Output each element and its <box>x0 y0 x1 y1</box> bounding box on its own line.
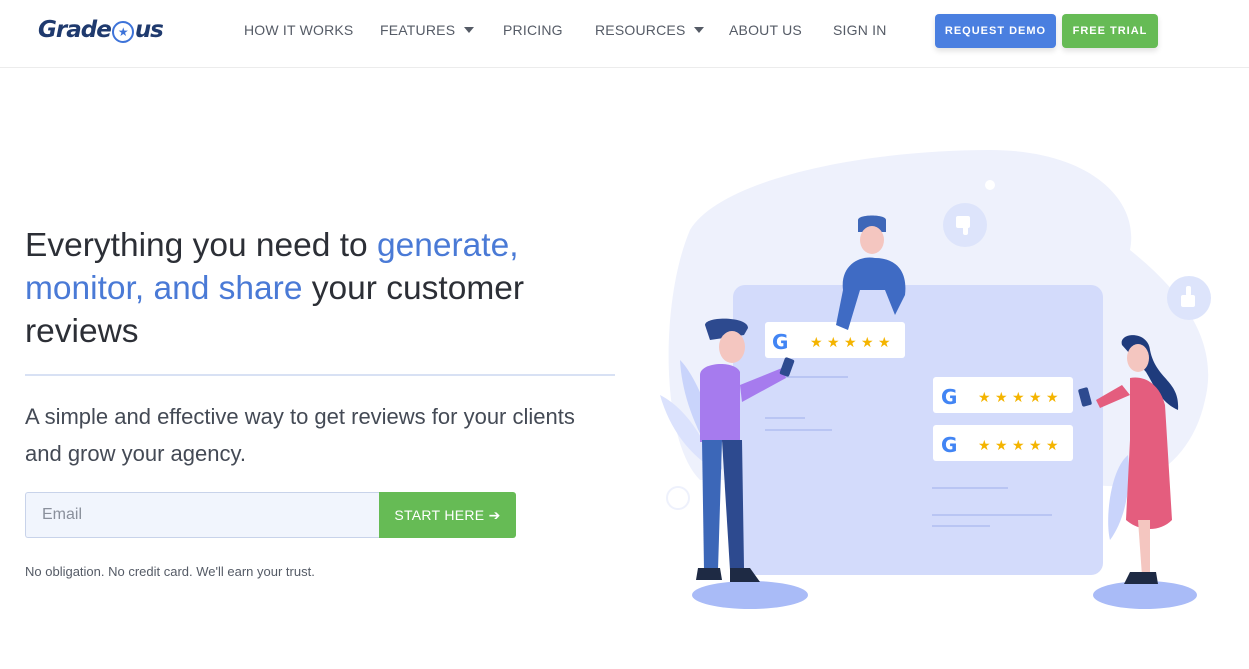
svg-text:★: ★ <box>978 438 991 454</box>
svg-text:★: ★ <box>810 335 823 351</box>
hero-subhead: A simple and effective way to get review… <box>25 404 575 466</box>
google-g-icon: G <box>941 433 957 457</box>
nav-label: ABOUT US <box>729 22 802 38</box>
nav-sign-in[interactable]: SIGN IN <box>833 22 887 38</box>
nav-label: FEATURES <box>380 22 456 38</box>
nav-label: PRICING <box>503 22 563 38</box>
chevron-down-icon <box>694 27 705 33</box>
svg-text:★: ★ <box>1046 390 1059 406</box>
headline-text: Everything you need to <box>25 227 377 264</box>
hero-headline: Everything you need to generate, monitor… <box>25 224 585 353</box>
thumbs-down-icon <box>943 203 987 247</box>
svg-text:★: ★ <box>1029 390 1042 406</box>
nav-features[interactable]: FEATURES <box>380 22 475 38</box>
chevron-down-icon <box>464 27 475 33</box>
site-header: Grade ★ us HOW IT WORKS FEATURES PRICING R… <box>0 0 1249 68</box>
svg-text:★: ★ <box>978 390 991 406</box>
svg-text:★: ★ <box>1012 438 1025 454</box>
logo-text-right: us <box>134 17 164 43</box>
review-card: G ★ ★ ★ ★ ★ <box>765 322 905 358</box>
free-trial-button[interactable]: FREE TRIAL <box>1062 14 1158 48</box>
svg-text:★: ★ <box>844 335 857 351</box>
svg-text:★: ★ <box>995 390 1008 406</box>
gradeus-logo[interactable]: Grade ★ us <box>38 14 164 46</box>
request-demo-button[interactable]: REQUEST DEMO <box>935 14 1056 48</box>
start-here-button[interactable]: START HERE ➔ <box>379 492 516 538</box>
hero-divider <box>25 374 615 376</box>
hero-illustration: G ★ ★ ★ ★ ★ G ★ ★ ★ ★ ★ G ★ ★ ★ ★ ★ <box>660 150 1211 609</box>
review-card: G ★ ★ ★ ★ ★ <box>933 425 1073 461</box>
nav-pricing[interactable]: PRICING <box>503 22 563 38</box>
svg-text:★: ★ <box>1012 390 1025 406</box>
google-g-icon: G <box>941 385 957 409</box>
nav-label: HOW IT WORKS <box>244 22 354 38</box>
thumbs-up-icon <box>1167 276 1211 320</box>
svg-text:★: ★ <box>827 335 840 351</box>
svg-text:★: ★ <box>995 438 1008 454</box>
nav-label: RESOURCES <box>595 22 686 38</box>
nav-resources[interactable]: RESOURCES <box>595 22 705 38</box>
svg-text:★: ★ <box>1029 438 1042 454</box>
svg-text:★: ★ <box>878 335 891 351</box>
nav-how-it-works[interactable]: HOW IT WORKS <box>244 22 353 38</box>
google-g-icon: G <box>772 330 788 354</box>
nav-label: SIGN IN <box>833 22 887 38</box>
review-card: G ★ ★ ★ ★ ★ <box>933 377 1073 413</box>
svg-text:★: ★ <box>1046 438 1059 454</box>
fineprint-text: No obligation. No credit card. We'll ear… <box>25 564 315 579</box>
logo-star-icon: ★ <box>111 21 134 43</box>
logo-text-left: Grade <box>38 17 112 43</box>
email-field[interactable] <box>25 492 379 538</box>
nav-about-us[interactable]: ABOUT US <box>729 22 802 38</box>
svg-text:★: ★ <box>861 335 874 351</box>
